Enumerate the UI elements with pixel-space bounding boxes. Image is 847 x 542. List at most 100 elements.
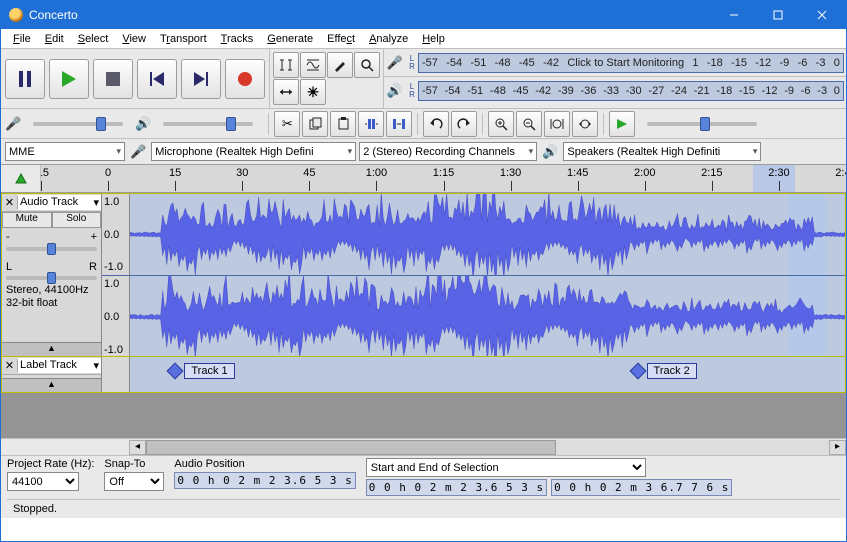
scroll-right-button[interactable]: ▸ [829,440,846,455]
menu-analyze[interactable]: Analyze [363,31,414,47]
scroll-thumb[interactable] [146,440,556,455]
stop-button[interactable] [93,59,133,99]
draw-tool[interactable] [327,52,353,78]
playback-device-value: Speakers (Realtek High Definiti [567,146,720,158]
timeshift-tool[interactable] [273,79,299,105]
fit-selection-button[interactable] [544,111,570,137]
trim-button[interactable] [358,111,384,137]
record-volume-slider[interactable] [33,122,123,126]
selection-start-value[interactable]: 0 0 h 0 2 m 2 3.6 5 3 s [366,479,547,496]
silence-button[interactable] [386,111,412,137]
record-meter-icon[interactable]: 🎤 [384,55,406,71]
ruler-tick-label: 1:30 [500,167,521,179]
solo-button[interactable]: Solo [52,212,102,228]
ruler-tick-label: 30 [236,167,248,179]
redo-button[interactable] [451,111,477,137]
zoom-in-button[interactable] [488,111,514,137]
audio-position-value[interactable]: 0 0 h 0 2 m 2 3.6 5 3 s [174,472,355,489]
track-name-menu[interactable]: Audio Track▾ [18,195,101,210]
label-track-collapse-button[interactable]: ▲ [2,378,101,392]
play-button[interactable] [49,59,89,99]
label-track-area[interactable]: Track 1 Track 2 [102,357,845,392]
window-titlebar: Concerto [1,1,846,29]
skip-end-button[interactable] [181,59,221,99]
label-vscale [102,357,130,392]
meters-toolbar: 🎤 LR -57-54-51-48-45-42Click to Start Mo… [384,49,846,108]
label-track-name: Label Track [20,359,77,372]
menu-edit[interactable]: Edit [39,31,70,47]
status-bar: Stopped. [7,499,840,518]
menu-help[interactable]: Help [416,31,451,47]
label-text[interactable]: Track 1 [184,363,234,379]
playback-volume-slider[interactable] [163,122,253,126]
pin-button[interactable] [1,165,41,192]
label-text[interactable]: Track 2 [647,363,697,379]
gain-min: - [6,231,10,243]
skip-start-button[interactable] [137,59,177,99]
track-close-button[interactable]: ✕ [2,196,18,209]
playback-meter[interactable]: -57-54-51-48-45-42-39-36-33-30-27-24-21-… [418,81,844,101]
window-maximize-button[interactable] [756,2,800,28]
menu-tracks[interactable]: Tracks [215,31,260,47]
zoom-tool[interactable] [354,52,380,78]
copy-button[interactable] [302,111,328,137]
selection-toolbar: Project Rate (Hz): 44100 Snap-To Off Aud… [1,455,846,518]
timeline-ruler[interactable]: -1501530451:001:151:301:452:002:152:302:… [41,165,846,192]
toolbar-secondary: 🎤 🔊 ✂ [1,109,846,139]
label-marker[interactable]: Track 1 [169,363,234,379]
pan-slider[interactable] [6,276,97,280]
record-device-combo[interactable]: Microphone (Realtek High Defini▾ [151,142,356,161]
ruler-tick-label: 2:45 [835,167,846,179]
play-speed-slider[interactable] [647,122,757,126]
menu-select[interactable]: Select [72,31,115,47]
label-track-menu[interactable]: Label Track▾ [18,358,101,373]
window-close-button[interactable] [800,2,844,28]
record-volume-icon: 🎤 [5,116,21,132]
cut-button[interactable]: ✂ [274,111,300,137]
record-device-value: Microphone (Realtek High Defini [155,146,313,158]
fit-project-button[interactable] [572,111,598,137]
track-area: ✕ Audio Track▾ Mute Solo -+ LR Stereo, 4… [1,193,846,438]
gain-slider[interactable] [6,247,97,251]
menu-view[interactable]: View [116,31,152,47]
app-icon [9,8,23,22]
track-collapse-button[interactable]: ▲ [2,342,101,356]
selection-end-value[interactable]: 0 0 h 0 2 m 3 6.7 7 6 s [551,479,732,496]
zoom-out-button[interactable] [516,111,542,137]
window-minimize-button[interactable] [712,2,756,28]
toolbar-main: ✳ 🎤 LR -57-54-51-48-45-42Click to Start … [1,49,846,109]
envelope-tool[interactable] [300,52,326,78]
ruler-tick-label: 0 [105,167,111,179]
tools-toolbar: ✳ [270,49,384,108]
audio-host-combo[interactable]: MME▾ [5,142,125,161]
play-at-speed-button[interactable] [609,111,635,137]
playback-device-combo[interactable]: Speakers (Realtek High Definiti▾ [563,142,761,161]
paste-button[interactable] [330,111,356,137]
snap-to-combo[interactable]: Off [104,472,164,491]
multi-tool[interactable]: ✳ [300,79,326,105]
project-rate-combo[interactable]: 44100 [7,472,79,491]
project-rate-label: Project Rate (Hz): [7,458,94,470]
menu-generate[interactable]: Generate [261,31,319,47]
label-track-control: ✕ Label Track▾ ▲ [2,357,102,392]
pause-button[interactable] [5,59,45,99]
record-meter[interactable]: -57-54-51-48-45-42Click to Start Monitor… [418,53,844,73]
label-marker[interactable]: Track 2 [632,363,697,379]
label-track-close-button[interactable]: ✕ [2,359,18,372]
selection-tool[interactable] [273,52,299,78]
record-button[interactable] [225,59,265,99]
playback-meter-icon[interactable]: 🔊 [384,83,406,99]
scroll-track[interactable] [146,440,829,455]
undo-button[interactable] [423,111,449,137]
selection-mode-combo[interactable]: Start and End of Selection [366,458,646,477]
menu-file[interactable]: File [7,31,37,47]
track-control-panel: ✕ Audio Track▾ Mute Solo -+ LR Stereo, 4… [2,194,102,356]
track-waveform-area[interactable]: 1.00.0-1.0 1.00.0-1.0 [102,194,845,356]
scroll-left-button[interactable]: ◂ [129,440,146,455]
vertical-scale: 1.00.0-1.0 [102,276,130,356]
mute-button[interactable]: Mute [2,212,52,228]
menu-transport[interactable]: Transport [154,31,213,47]
record-channels-combo[interactable]: 2 (Stereo) Recording Channels▾ [359,142,537,161]
timeline-scrollbar[interactable]: ◂ ▸ [1,438,846,455]
menu-effect[interactable]: Effect [321,31,361,47]
